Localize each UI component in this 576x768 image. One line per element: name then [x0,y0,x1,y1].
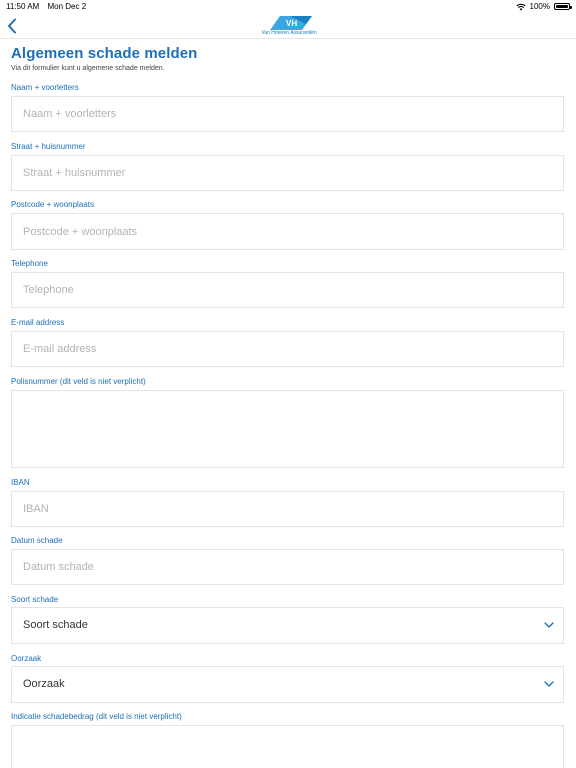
street-input[interactable] [11,155,564,191]
status-time: 11:50 AM [6,2,40,11]
page-subtitle: Via dit formulier kunt u algemene schade… [11,65,165,72]
battery-percentage: 100% [529,2,550,11]
chevron-down-icon [544,681,554,687]
name-input[interactable] [11,96,564,132]
iban-label: IBAN [11,478,30,487]
damage-type-selected-value: Soort schade [23,619,88,631]
damage-type-select[interactable]: Soort schade [11,607,564,644]
chevron-down-icon [544,622,554,628]
telephone-input[interactable] [11,272,564,308]
status-bar: 11:50 AM Mon Dec 2 100% [0,0,576,14]
battery-icon [554,3,572,10]
cause-select[interactable]: Oorzaak [11,666,564,703]
logo-mark-icon: VH [270,16,312,30]
damage-date-input[interactable] [11,549,564,585]
street-label: Straat + huisnummer [11,142,86,151]
svg-text:VH: VH [286,19,297,28]
damage-date-label: Datum schade [11,536,63,545]
postcode-label: Postcode + woonplaats [11,200,94,209]
back-chevron-icon[interactable] [6,18,18,34]
email-input[interactable] [11,331,564,367]
policy-number-label: Polisnummer (dit veld is niet verplicht) [11,377,146,386]
company-logo: VH Van Hoteren Assurantiën [256,15,322,37]
email-label: E-mail address [11,318,65,327]
wifi-icon [515,3,526,10]
cause-label: Oorzaak [11,654,42,663]
cause-selected-value: Oorzaak [23,678,65,690]
postcode-input[interactable] [11,213,564,250]
policy-number-textarea[interactable] [11,390,564,468]
name-label: Naam + voorletters [11,83,79,92]
iban-input[interactable] [11,491,564,527]
damage-type-label: Soort schade [11,595,59,604]
damage-amount-textarea[interactable] [11,725,564,768]
damage-amount-label: Indicatie schadebedrag (dit veld is niet… [11,712,182,721]
status-date: Mon Dec 2 [47,2,87,11]
page-title: Algemeen schade melden [11,45,198,62]
logo-text: Van Hoteren Assurantiën [261,30,317,36]
telephone-label: Telephone [11,259,48,268]
navigation-bar: VH Van Hoteren Assurantiën [0,14,576,39]
